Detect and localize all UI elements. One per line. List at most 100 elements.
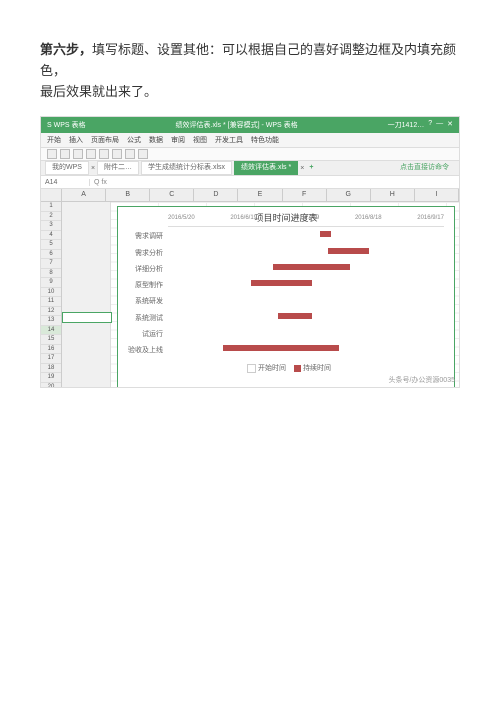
gantt-bar — [223, 345, 339, 351]
row-header[interactable]: 5 — [41, 240, 61, 250]
x-tick: 2016/7/19 — [293, 215, 320, 221]
col-header[interactable]: A — [62, 189, 106, 201]
tool-icon[interactable] — [112, 149, 122, 159]
gantt-bar — [278, 313, 311, 319]
tool-icon[interactable] — [47, 149, 57, 159]
menu-item[interactable]: 开发工具 — [215, 135, 243, 145]
close-tab-icon[interactable]: × — [300, 165, 304, 172]
wps-screenshot: S WPS 表格 绩效评估表.xls * [兼容模式] - WPS 表格 一刀1… — [40, 116, 460, 388]
command-link[interactable]: 点击直接访命令 — [394, 162, 455, 174]
menu-item[interactable]: 开始 — [47, 135, 61, 145]
row-header[interactable]: 15 — [41, 335, 61, 345]
category-label: 详细分析 — [118, 264, 163, 274]
close-icon[interactable]: ✕ — [447, 120, 453, 130]
category-label: 需求分析 — [118, 248, 163, 258]
fx-label[interactable]: Q fx — [90, 179, 111, 186]
row-header[interactable]: 13 — [41, 316, 61, 326]
menu-item[interactable]: 数据 — [149, 135, 163, 145]
formula-bar: A14 Q fx — [41, 176, 459, 189]
col-header[interactable]: I — [415, 189, 459, 201]
menu-bar: 开始 插入 页面布局 公式 数据 审阅 视图 开发工具 特色功能 — [41, 133, 459, 148]
tool-icon[interactable] — [125, 149, 135, 159]
legend-swatch — [247, 364, 256, 373]
col-header[interactable]: C — [150, 189, 194, 201]
menu-item[interactable]: 页面布局 — [91, 135, 119, 145]
row-header[interactable]: 18 — [41, 364, 61, 374]
row-header[interactable]: 10 — [41, 288, 61, 298]
gantt-bar — [273, 264, 350, 270]
menu-item[interactable]: 审阅 — [171, 135, 185, 145]
row-header[interactable]: 6 — [41, 250, 61, 260]
column-headers: A B C D E F G H I — [41, 189, 459, 202]
tool-icon[interactable] — [73, 149, 83, 159]
instruction-text: 第六步，填写标题、设置其他：可以根据自己的喜好调整边框及内填充颜色， 最后效果就… — [40, 40, 460, 102]
add-tab-button[interactable]: + — [306, 162, 316, 174]
category-label: 需求调研 — [118, 231, 163, 241]
tab-home[interactable]: 我的WPS — [45, 161, 89, 175]
tool-icon[interactable] — [60, 149, 70, 159]
category-label: 试运行 — [118, 329, 163, 339]
row-header[interactable]: 12 — [41, 307, 61, 317]
legend-swatch — [294, 365, 301, 372]
minimize-icon[interactable]: — — [436, 120, 443, 130]
select-all-corner[interactable] — [41, 189, 62, 201]
x-tick: 2016/5/20 — [168, 215, 195, 221]
col-header[interactable]: G — [327, 189, 371, 201]
category-label: 原型制作 — [118, 280, 163, 290]
row-header[interactable]: 19 — [41, 373, 61, 383]
data-column — [62, 202, 111, 388]
col-header[interactable]: H — [371, 189, 415, 201]
gantt-bar — [320, 231, 331, 237]
row-header[interactable]: 16 — [41, 345, 61, 355]
x-tick: 2016/6/19 — [230, 215, 257, 221]
menu-item[interactable]: 公式 — [127, 135, 141, 145]
chart-plot: 2016/5/202016/6/192016/7/192016/8/182016… — [168, 226, 444, 357]
row-header[interactable]: 17 — [41, 354, 61, 364]
x-axis-labels: 2016/5/20 2016/6/19 2016/7/19 2016/8/18 2016… — [168, 215, 444, 221]
cell-grid[interactable]: 项目时间进度表 2016/5/202016/6/192016/7/192016/… — [62, 202, 459, 388]
tab-item[interactable]: 学生成绩统计分标表.xlsx — [141, 161, 232, 175]
help-icon[interactable]: ? — [428, 120, 432, 130]
user-info: 一刀1412… — [388, 120, 425, 130]
category-label: 验收及上线 — [118, 345, 163, 355]
tab-active[interactable]: 绩效评估表.xls * — [234, 161, 298, 175]
col-header[interactable]: B — [106, 189, 150, 201]
col-header[interactable]: D — [194, 189, 238, 201]
row-header[interactable]: 2 — [41, 212, 61, 222]
row-header[interactable]: 9 — [41, 278, 61, 288]
embedded-chart[interactable]: 项目时间进度表 2016/5/202016/6/192016/7/192016/… — [117, 206, 455, 388]
app-logo: S WPS 表格 — [47, 120, 86, 130]
toolbar — [41, 148, 459, 161]
row-header[interactable]: 7 — [41, 259, 61, 269]
cell-reference[interactable]: A14 — [41, 179, 90, 186]
tab-item[interactable]: 附件二… — [97, 161, 139, 175]
row-headers: 12345678910111213141516171819202122 — [41, 202, 62, 388]
category-label: 系统测试 — [118, 313, 163, 323]
title-bar: S WPS 表格 绩效评估表.xls * [兼容模式] - WPS 表格 一刀1… — [41, 117, 459, 133]
x-tick: 2016/8/18 — [355, 215, 382, 221]
spreadsheet-area: A B C D E F G H I 1234567891011121314151… — [41, 189, 459, 377]
row-header[interactable]: 3 — [41, 221, 61, 231]
gantt-bar — [251, 280, 312, 286]
window-title: 绩效评估表.xls * [兼容模式] - WPS 表格 — [86, 120, 388, 130]
tool-icon[interactable] — [138, 149, 148, 159]
col-header[interactable]: E — [238, 189, 282, 201]
active-cell[interactable] — [62, 312, 112, 323]
row-header[interactable]: 14 — [41, 326, 61, 336]
menu-item[interactable]: 特色功能 — [251, 135, 279, 145]
tool-icon[interactable] — [99, 149, 109, 159]
row-header[interactable]: 8 — [41, 269, 61, 279]
col-header[interactable]: F — [283, 189, 327, 201]
row-header[interactable]: 11 — [41, 297, 61, 307]
row-header[interactable]: 4 — [41, 231, 61, 241]
menu-item[interactable]: 视图 — [193, 135, 207, 145]
watermark: 头条号/办公资源0035 — [388, 375, 455, 385]
close-tab-icon[interactable]: × — [91, 165, 95, 172]
row-header[interactable]: 20 — [41, 383, 61, 389]
x-tick: 2016/9/17 — [417, 215, 444, 221]
row-header[interactable]: 1 — [41, 202, 61, 212]
category-label: 系统研发 — [118, 296, 163, 306]
tool-icon[interactable] — [86, 149, 96, 159]
document-tabs: 我的WPS × 附件二… 学生成绩统计分标表.xlsx 绩效评估表.xls * … — [41, 161, 459, 176]
menu-item[interactable]: 插入 — [69, 135, 83, 145]
